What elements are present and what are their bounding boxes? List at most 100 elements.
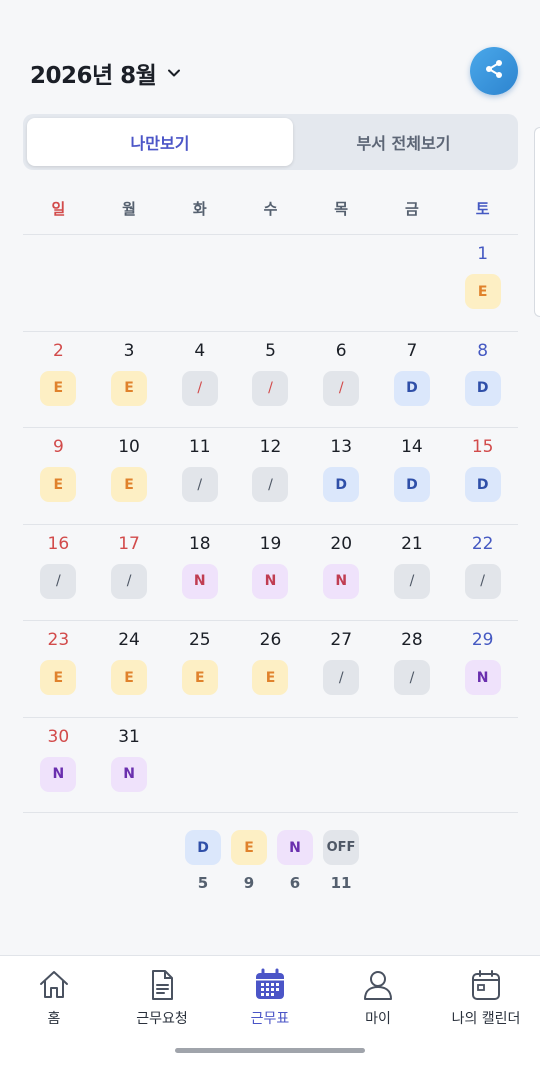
shift-badge: E	[111, 370, 148, 406]
side-panel-handle[interactable]	[534, 127, 540, 317]
calendar-day[interactable]: 23 E	[23, 621, 94, 717]
shift-badge: E	[464, 274, 501, 309]
shift-badge: N	[40, 756, 77, 792]
shift-badge: /	[464, 563, 501, 599]
shift-badge: D	[464, 467, 501, 502]
calendar-week: 23 E 24 E 25 E 26 E 27 / 28 / 29 N	[23, 620, 518, 717]
day-number: 8	[477, 340, 489, 361]
calendar-day[interactable]: 24 E	[94, 621, 165, 717]
share-icon	[482, 57, 506, 85]
view-toggle: 나만보기 부서 전체보기	[23, 114, 518, 170]
calendar-week: 30 N 31 N	[23, 716, 518, 813]
shift-badge: D	[323, 467, 360, 502]
calendar-week: 9 E 10 E 11/12/13 D 14 D 15 D	[23, 427, 518, 524]
calendar-day[interactable]: 16 /	[23, 525, 94, 621]
nav-calendar[interactable]: 나의 캘린더	[432, 956, 540, 1042]
shift-badge: N	[111, 756, 148, 792]
calendar-week: 2 E 3 E 4/5/6/7 D 8 D	[23, 330, 518, 428]
calendar-day[interactable]: 15 D	[447, 428, 518, 524]
calendar-day[interactable]: 1E	[447, 235, 518, 331]
calendar-grid-icon	[253, 968, 287, 1002]
summary-item: D 5	[180, 830, 226, 892]
document-icon	[145, 968, 179, 1002]
calendar-day[interactable]: 22 /	[447, 525, 518, 621]
calendar-day[interactable]: 2E	[23, 332, 94, 428]
calendar-day[interactable]: 11 /	[164, 428, 235, 524]
nav-label: 마이	[365, 1011, 391, 1027]
weekday-label: 일	[51, 200, 66, 218]
calendar-day[interactable]: 27 /	[306, 621, 377, 717]
calendar-empty-cell	[164, 235, 235, 331]
calendar-day[interactable]: 4/	[164, 332, 235, 428]
nav-schedule[interactable]: 근무표	[216, 956, 324, 1042]
calendar-day[interactable]: 13 D	[306, 428, 377, 524]
day-number: 18	[188, 533, 211, 554]
calendar-empty-cell	[164, 718, 235, 813]
tab-mine[interactable]: 나만보기	[27, 118, 293, 166]
calendar-day[interactable]: 8D	[447, 332, 518, 428]
shift-badge: D	[393, 370, 430, 406]
summary-count: 5	[197, 874, 209, 892]
calendar-day[interactable]: 28 /	[377, 621, 448, 717]
summary-count: 11	[330, 874, 352, 892]
summary-count: 9	[243, 874, 255, 892]
day-number: 27	[330, 630, 353, 650]
day-number: 5	[265, 340, 276, 361]
shift-badge: /	[252, 370, 289, 406]
day-number: 25	[188, 630, 211, 650]
calendar-day[interactable]: 7D	[377, 332, 448, 428]
nav-request[interactable]: 근무요청	[108, 956, 216, 1042]
calendar-day[interactable]: 9E	[23, 428, 94, 524]
shift-summary: D 5 E 9 N 6 OFF 11	[180, 830, 364, 892]
shift-badge: E	[111, 467, 148, 502]
day-number: 20	[330, 533, 353, 554]
calendar-empty-cell	[235, 235, 306, 331]
summary-badge: E	[231, 830, 267, 865]
calendar-day[interactable]: 5/	[235, 332, 306, 428]
calendar-day[interactable]: 18 N	[164, 525, 235, 621]
chevron-down-icon	[166, 65, 182, 81]
shift-badge: /	[393, 563, 430, 599]
shift-badge: /	[393, 660, 430, 695]
calendar-empty-cell	[306, 718, 377, 813]
calendar-empty-cell	[377, 235, 448, 331]
calendar-day[interactable]: 19 N	[235, 525, 306, 621]
tab-dept[interactable]: 부서 전체보기	[293, 118, 514, 166]
calendar-day[interactable]: 21 /	[377, 525, 448, 621]
shift-badge: E	[252, 660, 289, 695]
calendar-day[interactable]: 6/	[306, 332, 377, 428]
day-number: 31	[118, 726, 140, 747]
day-number: 6	[335, 340, 347, 361]
calendar-day[interactable]: 29 N	[447, 621, 518, 717]
calendar-day[interactable]: 14 D	[377, 428, 448, 524]
home-indicator[interactable]	[175, 1048, 365, 1053]
month-selector[interactable]: 2026년 8월	[30, 56, 182, 90]
shift-badge: E	[181, 660, 218, 695]
weekday-label: 화	[192, 200, 207, 218]
calendar-day[interactable]: 25 E	[164, 621, 235, 717]
shift-badge: /	[252, 467, 289, 502]
calendar-day[interactable]: 10 E	[94, 428, 165, 524]
calendar-day[interactable]: 26 E	[235, 621, 306, 717]
calendar-day[interactable]: 17 /	[94, 525, 165, 621]
calendar-day[interactable]: 30 N	[23, 718, 94, 813]
nav-my[interactable]: 마이	[324, 956, 432, 1042]
calendar-day[interactable]: 12 /	[235, 428, 306, 524]
home-icon	[37, 968, 71, 1002]
day-number: 26	[259, 630, 282, 650]
calendar-empty-cell	[94, 235, 165, 331]
weekday-label: 목	[334, 200, 349, 218]
calendar-day[interactable]: 31 N	[94, 718, 165, 813]
shift-badge: /	[40, 563, 77, 599]
calendar-grid: 1 E 2 E 3 E 4/5/6/7 D 8 D 9 E 10 E 11/12/13 D 14 D 15 D 16/1…	[23, 234, 518, 813]
weekday-label: 월	[122, 200, 136, 218]
shift-badge: /	[111, 563, 148, 599]
nav-home[interactable]: 홈	[0, 956, 108, 1042]
shift-badge: N	[464, 660, 501, 695]
user-icon	[361, 968, 395, 1002]
share-button[interactable]	[470, 47, 518, 95]
calendar-day[interactable]: 20 N	[306, 525, 377, 621]
calendar-empty-cell	[23, 235, 94, 331]
calendar-day[interactable]: 3E	[94, 332, 165, 428]
shift-badge: /	[181, 370, 218, 406]
